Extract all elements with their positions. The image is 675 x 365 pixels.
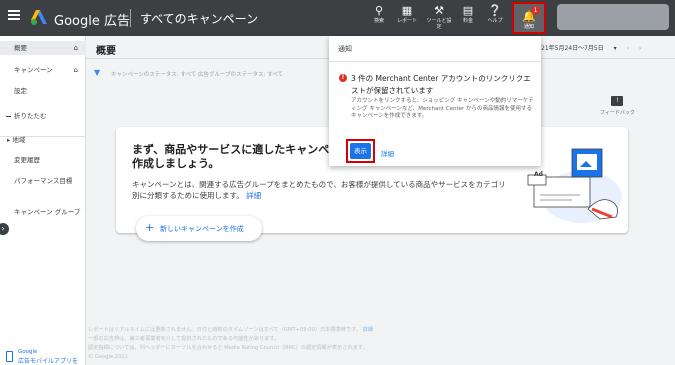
notification-count-badge: 1 (531, 6, 540, 15)
mobile-promo-line2: 広告モバイルアプリを (18, 358, 79, 365)
sidebar-item-collapse[interactable]: 折りたたむ (0, 112, 86, 121)
sidebar-item-label: 地域 (12, 136, 26, 144)
footer-line3: 認定指標については、列ヘッダーにカーソルを合わせると Media Rating … (88, 345, 368, 351)
sidebar-item-label: キャンペーン (14, 66, 53, 74)
feedback-button[interactable]: ! フィードバック (600, 96, 635, 116)
notification-panel-title: 通知 (338, 45, 352, 53)
tools-icon: ⚒ (434, 4, 444, 17)
reports-label: レポート (396, 18, 417, 24)
show-button-highlight: 表示 (346, 139, 375, 163)
show-button[interactable]: 表示 (350, 143, 371, 159)
notifications-label: 通知 (523, 24, 534, 30)
footer-detail-link[interactable]: 詳細 (363, 327, 373, 333)
notification-detail-link[interactable]: 詳細 (381, 148, 394, 158)
dropdown-icon: ▾ (613, 45, 617, 52)
page-footer: レポートはリアルタイムには更新されません。日付と時刻のタイムゾーンはすべて（GM… (88, 326, 373, 362)
sidebar-item-label: 設定 (14, 87, 27, 95)
sidebar-item-overview[interactable]: 概要 ⌂ (0, 41, 86, 55)
sidebar-item-label: キャンペーン グループ (14, 208, 81, 216)
alert-icon: ! (339, 74, 347, 82)
search-icon: ⚲ (374, 4, 384, 17)
notification-panel: 通知 ! 3 件の Merchant Center アカウントのリンクリクエスト… (329, 36, 541, 166)
filter-icon[interactable]: ▼ (94, 68, 100, 77)
top-bar: Google 広告 すべてのキャンペーン ⚲ 検索 ▦ レポート ⚒ ツールと設… (0, 0, 675, 36)
new-campaign-button[interactable]: + 新しいキャンペーンを作成 (136, 216, 262, 241)
plus-icon: + (145, 221, 155, 234)
card-detail-link[interactable]: 詳細 (246, 191, 261, 200)
card-body-text: キャンペーンとは、関連する広告グループをまとめたもので、お客様が提供している商品… (132, 180, 506, 200)
feedback-label: フィードバック (600, 110, 635, 116)
footer-line1: レポートはリアルタイムには更新されません。日付と時刻のタイムゾーンはすべて（GM… (88, 327, 362, 333)
page-title: すべてのキャンペーン (140, 12, 259, 26)
footer-line2: 一部の広告枠は、第三者事業者を介して提供されたものである可能性があります。 (88, 336, 280, 342)
search-button[interactable]: ⚲ 検索 (364, 5, 394, 33)
prev-icon[interactable]: ‹ (627, 45, 629, 52)
tools-button[interactable]: ⚒ ツールと設定 (424, 5, 454, 33)
sidebar-item-change-history[interactable]: 変更履歴 (0, 156, 86, 165)
sidebar-item-label: 変更履歴 (14, 156, 40, 164)
expand-sidebar-icon[interactable]: › (0, 223, 9, 235)
reports-button[interactable]: ▦ レポート (392, 5, 422, 33)
brand-name: Google 広告 (54, 14, 130, 29)
help-icon: ❔ (488, 4, 502, 17)
header-divider (130, 9, 131, 27)
card-body: キャンペーンとは、関連する広告グループをまとめたもので、お客様が提供している商品… (132, 179, 512, 201)
sidebar-item-label: 折りたたむ (14, 112, 47, 120)
notification-panel-header: 通知 (329, 36, 541, 62)
billing-button[interactable]: ▤ 料金 (453, 5, 483, 33)
sidebar-item-campaign-groups[interactable]: キャンペーン グループ (0, 208, 82, 217)
date-range-selector[interactable]: 21年5月24日～7月5日 ▾ ‹ › (541, 43, 641, 52)
filter-summary[interactable]: キャンペーンのステータス: すべて 広告グループのステータス: すべて (111, 70, 283, 78)
search-label: 検索 (373, 18, 384, 24)
feedback-icon: ! (611, 96, 624, 106)
notification-body: アカウントをリンクすると、ショッピング キャンペーンや動的リマーケティング キャ… (351, 98, 534, 119)
menu-icon[interactable] (8, 10, 20, 20)
main-title: 概要 (96, 46, 116, 57)
notification-title: 3 件の Merchant Center アカウントのリンクリクエストが保留され… (351, 74, 531, 95)
copyright: © Google 2021 (88, 354, 128, 360)
help-label: ヘルプ (487, 18, 503, 24)
notifications-button[interactable]: 🔔 通知 1 (512, 2, 546, 34)
ad-badge: Ad (534, 171, 543, 178)
sidebar-item-performance-goals[interactable]: パフォーマンス目標 (0, 177, 82, 186)
home-icon: ⌂ (73, 44, 78, 52)
sidebar-item-settings[interactable]: 設定 (0, 87, 86, 96)
new-campaign-label: 新しいキャンペーンを作成 (160, 225, 244, 233)
next-icon[interactable]: › (639, 45, 641, 52)
tools-label: ツールと設定 (426, 18, 452, 30)
help-button[interactable]: ❔ ヘルプ (480, 5, 510, 33)
sidebar-item-locations[interactable]: ▸ 地域 (0, 136, 86, 145)
sidebar-item-label: パフォーマンス目標 (14, 177, 73, 185)
sidebar-item-campaigns[interactable]: キャンペーン ⌂ (0, 66, 86, 75)
date-range-label: 21年5月24日～7月5日 (541, 45, 604, 52)
phone-icon (6, 351, 13, 362)
billing-icon: ▤ (462, 4, 474, 17)
mobile-promo-line1: Google (18, 349, 38, 355)
reports-icon: ▦ (401, 4, 413, 17)
sidebar-item-label: 概要 (14, 44, 27, 52)
sidebar: 概要 ⌂ キャンペーン ⌂ 設定 折りたたむ ▸ 地域 変更履歴 パフォーマンス… (0, 36, 86, 365)
billing-label: 料金 (462, 18, 473, 24)
account-selector[interactable] (557, 4, 669, 30)
home-icon: ⌂ (73, 66, 78, 74)
google-ads-logo (31, 10, 47, 25)
